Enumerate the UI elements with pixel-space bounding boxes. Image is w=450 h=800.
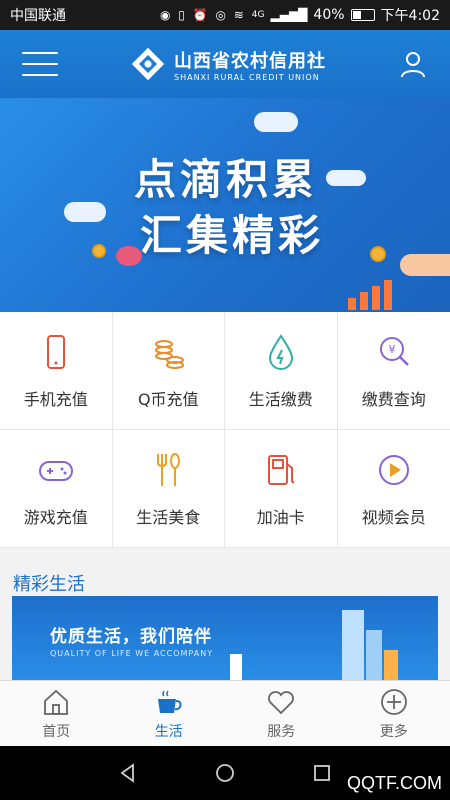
service-label: 生活美食 [136, 507, 201, 527]
back-icon[interactable] [117, 762, 139, 784]
carrier-label: 中国联通 [10, 8, 66, 24]
cloud-decoration [64, 202, 106, 222]
fork-spoon-icon [157, 452, 181, 486]
promo-title: 优质生活，我们陪伴 [50, 627, 212, 647]
heart-icon [268, 690, 295, 714]
service-label: 游戏充值 [23, 507, 88, 527]
cloud-decoration [254, 112, 298, 132]
fuel-icon [267, 454, 295, 485]
status-icons: ◉ ▯ ⏰ ◎ ≋ [159, 8, 246, 22]
hand-coin-decoration [400, 254, 450, 276]
status-bar: 中国联通 ◉ ▯ ⏰ ◎ ≋ 4G ▂▄▆█ 40% 下午4:02 [0, 0, 450, 30]
brand-title-en: SHANXI RURAL CREDIT UNION [174, 72, 320, 82]
app-header: 山西省农村信用社 SHANXI RURAL CREDIT UNION [0, 30, 450, 98]
service-label: 缴费查询 [361, 389, 426, 409]
coins-icon [155, 339, 185, 369]
water-drop-icon [268, 333, 293, 370]
section-title: 精彩生活 [13, 574, 85, 595]
service-label: 加油卡 [256, 507, 305, 527]
cloud-decoration [326, 170, 366, 186]
battery-label: 40% [313, 7, 345, 23]
phone-icon [46, 334, 65, 369]
gamepad-icon [38, 460, 73, 481]
chart-bars-decoration [348, 278, 398, 310]
service-label: 生活缴费 [248, 389, 313, 409]
user-icon[interactable] [398, 49, 428, 79]
brand-title-cn: 山西省农村信用社 [174, 50, 326, 72]
brand-logo: 山西省农村信用社 SHANXI RURAL CREDIT UNION [130, 46, 326, 82]
promo-subtitle: QUALITY OF LIFE WE ACCOMPANY [50, 649, 214, 658]
service-label: 手机充值 [23, 389, 88, 409]
signal-tag: 4G [251, 10, 265, 20]
banner-headline-2: 汇集精彩 [140, 211, 325, 260]
coffee-icon [157, 690, 182, 713]
service-utility-payment[interactable]: 生活缴费 [225, 312, 338, 430]
watermark: QQTF.COM [347, 773, 442, 793]
services-grid: 手机充值 Q币充值 生活缴费 ¥ 缴费查询 游戏充值 生活美食 加油卡 视频会员 [0, 312, 450, 548]
coin-decoration [92, 244, 106, 258]
signal-icon: ▂▄▆█ [270, 8, 308, 22]
menu-icon[interactable] [22, 52, 58, 76]
credit-union-logo-icon [131, 47, 165, 81]
recents-icon[interactable] [311, 762, 333, 784]
system-nav-bar: QQTF.COM [0, 746, 450, 800]
search-yuan-icon: ¥ [379, 336, 409, 366]
tab-label: 首页 [42, 723, 71, 740]
tab-label: 服务 [267, 723, 296, 740]
service-game-topup[interactable]: 游戏充值 [0, 430, 113, 548]
tab-more[interactable]: 更多 [338, 681, 450, 746]
play-icon [378, 454, 409, 485]
tab-home[interactable]: 首页 [0, 681, 113, 746]
coin-decoration [370, 246, 386, 262]
plus-circle-icon [380, 688, 407, 715]
service-label: Q币充值 [137, 389, 199, 409]
battery-icon [350, 9, 375, 21]
banner-headline-1: 点滴积累 [134, 155, 319, 204]
home-icon [44, 689, 69, 715]
service-video-vip[interactable]: 视频会员 [337, 430, 450, 548]
tab-label: 生活 [154, 723, 183, 740]
time-label: 下午4:02 [380, 8, 440, 24]
service-fuel-card[interactable]: 加油卡 [225, 430, 338, 548]
building-decoration [230, 654, 242, 680]
building-decoration [366, 630, 382, 680]
bottom-tab-bar: 首页 生活 服务 更多 [0, 680, 450, 746]
piggy-bank-icon [116, 246, 142, 266]
status-indicators: ◉ ▯ ⏰ ◎ ≋ 4G ▂▄▆█ 40% 下午4:02 [160, 5, 440, 25]
service-food[interactable]: 生活美食 [112, 430, 225, 548]
promo-banner[interactable]: 优质生活，我们陪伴 QUALITY OF LIFE WE ACCOMPANY [12, 596, 438, 680]
tab-service[interactable]: 服务 [225, 681, 338, 746]
service-payment-query[interactable]: ¥ 缴费查询 [337, 312, 450, 430]
building-decoration [342, 610, 364, 680]
hero-banner[interactable]: 点滴积累 汇集精彩 [0, 98, 450, 312]
svg-text:¥: ¥ [388, 343, 395, 356]
home-nav-icon[interactable] [214, 762, 236, 784]
service-label: 视频会员 [361, 507, 426, 527]
tab-label: 更多 [379, 723, 408, 740]
building-decoration [384, 650, 398, 680]
service-qcoin-topup[interactable]: Q币充值 [112, 312, 225, 430]
tab-life[interactable]: 生活 [113, 681, 226, 746]
service-phone-topup[interactable]: 手机充值 [0, 312, 113, 430]
